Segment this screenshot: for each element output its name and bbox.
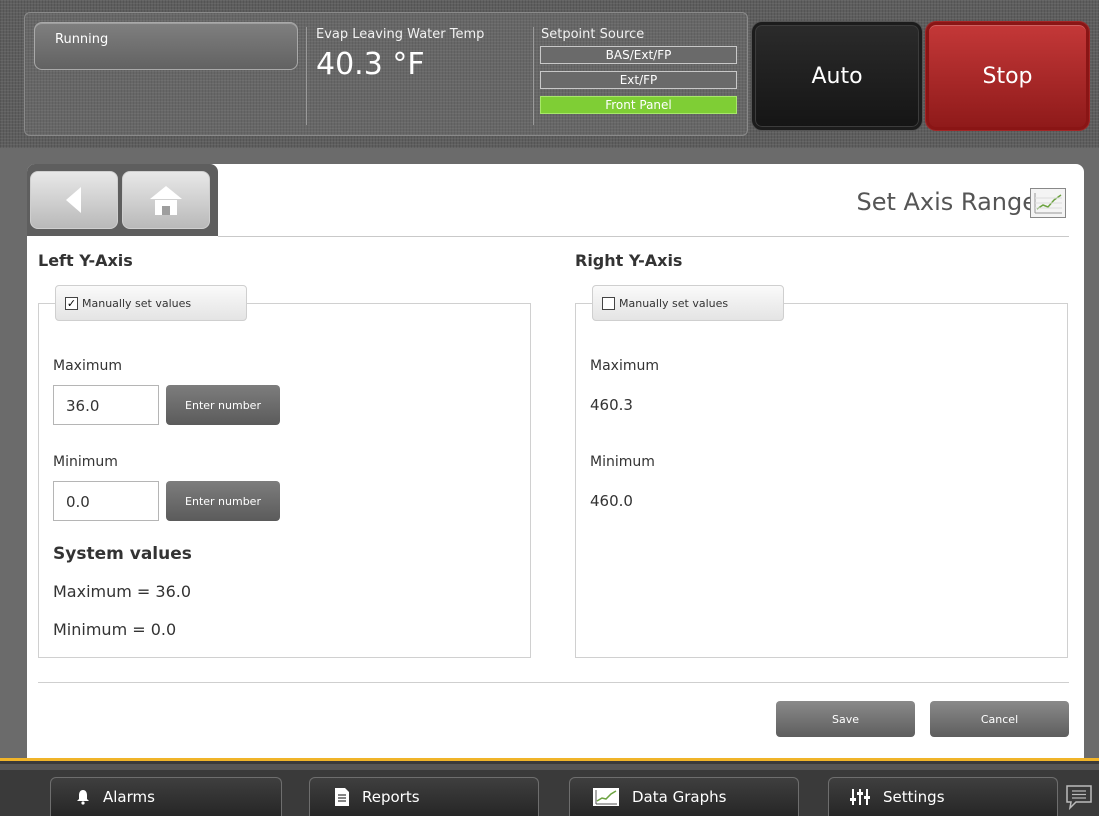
left-maximum-label: Maximum (53, 358, 122, 374)
right-maximum-value: 460.3 (590, 396, 633, 414)
system-min-value: Minimum = 0.0 (53, 620, 177, 639)
reports-label: Reports (362, 788, 420, 806)
stop-button[interactable]: Stop (926, 22, 1089, 130)
chart-icon (1030, 188, 1066, 218)
evap-temp-value: 40.3 °F (316, 47, 425, 82)
left-minimum-input[interactable]: 0.0 (53, 481, 159, 521)
settings-label: Settings (883, 788, 945, 806)
graph-icon (593, 788, 619, 806)
operating-mode-label: Running (55, 32, 109, 47)
left-maximum-enter-button[interactable]: Enter number (166, 385, 280, 425)
right-manual-checkbox[interactable]: Manually set values (592, 285, 784, 321)
right-maximum-label: Maximum (590, 358, 659, 374)
left-maximum-input[interactable]: 36.0 (53, 385, 159, 425)
settings-button[interactable]: Settings (828, 777, 1058, 816)
footer-divider (38, 682, 1069, 683)
back-arrow-icon (66, 187, 81, 213)
auto-button[interactable]: Auto (752, 22, 922, 130)
sliders-icon (850, 789, 870, 805)
home-icon (150, 186, 182, 215)
left-minimum-enter-button[interactable]: Enter number (166, 481, 280, 521)
right-axis-heading: Right Y-Axis (575, 251, 683, 270)
right-axis-group (575, 303, 1068, 658)
reports-button[interactable]: Reports (309, 777, 539, 816)
setpoint-source-option-active[interactable]: Front Panel (540, 96, 737, 114)
right-manual-label: Manually set values (619, 296, 729, 310)
right-minimum-label: Minimum (590, 454, 655, 470)
page-title: Set Axis Range (856, 188, 1037, 216)
setpoint-source-option[interactable]: Ext/FP (540, 71, 737, 89)
cancel-button[interactable]: Cancel (930, 701, 1069, 737)
evap-temp-label: Evap Leaving Water Temp (316, 27, 485, 42)
data-graphs-button[interactable]: Data Graphs (569, 777, 799, 816)
checkbox-unchecked-icon (602, 296, 615, 310)
home-button[interactable] (122, 171, 210, 229)
setpoint-source-label: Setpoint Source (541, 27, 645, 42)
alarms-label: Alarms (103, 788, 155, 806)
system-values-heading: System values (53, 544, 192, 564)
left-manual-checkbox[interactable]: ✓ Manually set values (55, 285, 247, 321)
document-icon (335, 788, 349, 806)
data-graphs-label: Data Graphs (632, 788, 727, 806)
left-axis-heading: Left Y-Axis (38, 251, 133, 270)
operating-mode-display[interactable]: Running (34, 22, 298, 70)
save-button[interactable]: Save (776, 701, 915, 737)
status-panel: Running Evap Leaving Water Temp 40.3 °F … (24, 12, 748, 136)
right-minimum-value: 460.0 (590, 492, 633, 510)
alarms-button[interactable]: Alarms (50, 777, 282, 816)
title-divider (218, 236, 1069, 237)
checkbox-checked-icon: ✓ (65, 296, 78, 310)
back-button[interactable] (30, 171, 118, 229)
divider (533, 27, 534, 125)
divider (306, 27, 307, 125)
left-minimum-label: Minimum (53, 454, 118, 470)
setpoint-source-option[interactable]: BAS/Ext/FP (540, 46, 737, 64)
left-manual-label: Manually set values (82, 296, 192, 310)
system-max-value: Maximum = 36.0 (53, 582, 192, 601)
chat-icon[interactable] (1064, 782, 1094, 816)
bell-icon (77, 790, 89, 805)
